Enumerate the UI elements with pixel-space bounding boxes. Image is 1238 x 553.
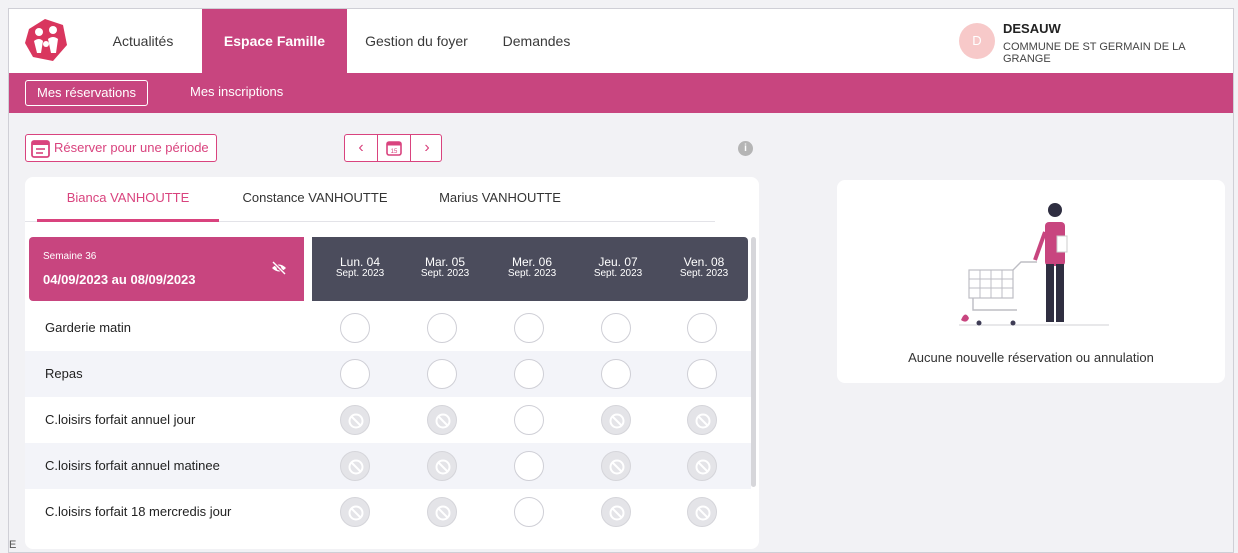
table-row: C.loisirs forfait annuel matinee — [25, 443, 751, 489]
week-header: Semaine 36 04/09/2023 au 08/09/2023 — [29, 237, 304, 301]
reservation-checkbox[interactable] — [427, 313, 457, 343]
blocked-slot-icon — [601, 405, 631, 435]
eye-off-icon[interactable] — [271, 261, 287, 275]
reservation-checkbox[interactable] — [340, 313, 370, 343]
app-window: Actualités Espace Famille Gestion du foy… — [8, 8, 1234, 553]
day-header: Lun. 04 Sept. 2023 — [335, 255, 385, 279]
nav-demandes[interactable]: Demandes — [489, 9, 584, 73]
avatar[interactable]: D — [959, 23, 995, 59]
week-navigator: ‹ 15 › — [344, 134, 442, 162]
sub-navbar: Mes réservations Mes inscriptions — [9, 73, 1233, 113]
day-header: Mer. 06 Sept. 2023 — [507, 255, 557, 279]
reserve-period-button[interactable]: Réserver pour une période — [25, 134, 217, 162]
reservation-checkbox[interactable] — [514, 451, 544, 481]
tab-mes-inscriptions[interactable]: Mes inscriptions — [179, 80, 294, 106]
day-header: Mar. 05 Sept. 2023 — [420, 255, 470, 279]
reservation-checkbox[interactable] — [601, 359, 631, 389]
top-navbar: Actualités Espace Famille Gestion du foy… — [9, 9, 1233, 73]
reservation-checkbox[interactable] — [687, 313, 717, 343]
day-header: Ven. 08 Sept. 2023 — [679, 255, 729, 279]
active-tab-indicator — [37, 219, 219, 222]
activity-label: C.loisirs forfait annuel matinee — [45, 458, 220, 473]
blocked-slot-icon — [601, 451, 631, 481]
nav-espace-famille[interactable]: Espace Famille — [202, 9, 347, 73]
reservation-checkbox[interactable] — [514, 405, 544, 435]
blocked-slot-icon — [340, 451, 370, 481]
summary-card: Aucune nouvelle réservation ou annulatio… — [837, 180, 1225, 383]
blocked-slot-icon — [340, 497, 370, 527]
calendar-day: 15 — [391, 149, 398, 155]
tab-mes-reservations[interactable]: Mes réservations — [25, 80, 148, 106]
days-header: Lun. 04 Sept. 2023 Mar. 05 Sept. 2023 Mer.… — [312, 237, 748, 301]
blocked-slot-icon — [427, 451, 457, 481]
blocked-slot-icon — [340, 405, 370, 435]
calendar-icon[interactable]: 15 — [378, 135, 410, 161]
blocked-slot-icon — [687, 497, 717, 527]
info-icon[interactable]: i — [738, 141, 753, 156]
blocked-slot-icon — [687, 405, 717, 435]
blocked-slot-icon — [427, 405, 457, 435]
shopping-cart-illustration — [959, 203, 1109, 326]
nav-gestion-foyer[interactable]: Gestion du foyer — [364, 9, 469, 73]
blocked-slot-icon — [427, 497, 457, 527]
blocked-slot-icon — [601, 497, 631, 527]
user-name: DESAUW — [1003, 21, 1061, 36]
table-row: Repas — [25, 351, 751, 397]
empty-state-text: Aucune nouvelle réservation ou annulatio… — [908, 350, 1154, 365]
calendar-list-icon — [31, 140, 50, 158]
nav-actualites[interactable]: Actualités — [99, 9, 187, 73]
week-number: Semaine 36 — [43, 251, 97, 262]
day-header: Jeu. 07 Sept. 2023 — [593, 255, 643, 279]
tab-child-bianca[interactable]: Bianca VANHOUTTE — [37, 191, 219, 221]
reservation-card: Bianca VANHOUTTE Constance VANHOUTTE Mar… — [25, 177, 759, 549]
reservation-checkbox[interactable] — [427, 359, 457, 389]
activity-label: C.loisirs forfait annuel jour — [45, 412, 196, 427]
table-row: C.loisirs forfait annuel jour — [25, 397, 751, 443]
reserve-period-label: Réserver pour une période — [54, 140, 209, 155]
tab-child-constance[interactable]: Constance VANHOUTTE — [235, 191, 395, 221]
chevron-left-icon[interactable]: ‹ — [345, 135, 377, 161]
reservation-checkbox[interactable] — [340, 359, 370, 389]
reservation-checkbox[interactable] — [601, 313, 631, 343]
activity-label: Garderie matin — [45, 320, 131, 335]
stray-character: E — [9, 539, 17, 551]
reservation-checkbox[interactable] — [514, 313, 544, 343]
activity-label: Repas — [45, 366, 83, 381]
week-range: 04/09/2023 au 08/09/2023 — [43, 272, 196, 287]
chevron-right-icon[interactable]: › — [411, 135, 443, 161]
blocked-slot-icon — [687, 451, 717, 481]
scrollbar[interactable] — [751, 237, 756, 487]
logo-icon[interactable] — [23, 17, 69, 63]
tab-child-marius[interactable]: Marius VANHOUTTE — [425, 191, 575, 221]
reservation-checkbox[interactable] — [514, 497, 544, 527]
table-row: Garderie matin — [25, 305, 751, 351]
reservation-checkbox[interactable] — [514, 359, 544, 389]
user-commune: COMMUNE DE ST GERMAIN DE LA GRANGE — [1003, 41, 1185, 65]
activity-label: C.loisirs forfait 18 mercredis jour — [45, 504, 232, 519]
table-row: C.loisirs forfait 18 mercredis jour — [25, 489, 751, 535]
reservation-checkbox[interactable] — [687, 359, 717, 389]
